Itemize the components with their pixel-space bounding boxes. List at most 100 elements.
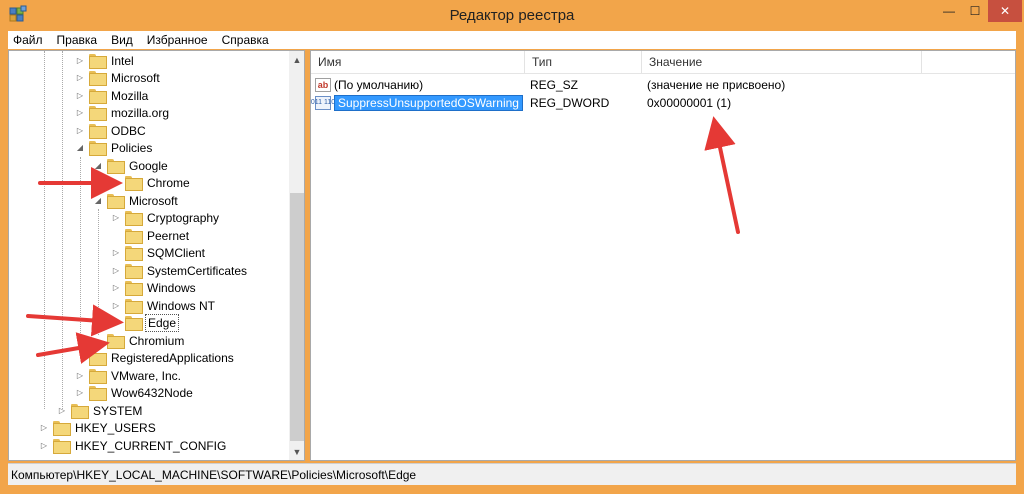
column-header-type[interactable]: Тип bbox=[525, 51, 642, 73]
tree-item[interactable]: ▷ VMware, Inc. bbox=[75, 367, 183, 384]
tree-item-chromium[interactable]: Chromium bbox=[93, 332, 186, 349]
expand-icon[interactable]: ▷ bbox=[75, 87, 85, 104]
folder-icon bbox=[53, 421, 71, 436]
tree-item[interactable]: ▷ HKEY_USERS bbox=[39, 419, 158, 436]
values-list[interactable]: Имя Тип Значение ab (По умолчанию) REG_S… bbox=[310, 50, 1016, 461]
menu-view[interactable]: Вид bbox=[104, 31, 140, 49]
expand-icon[interactable]: ▷ bbox=[111, 209, 121, 226]
tree-item[interactable]: ▷ Cryptography bbox=[111, 209, 221, 226]
menu-help[interactable]: Справка bbox=[215, 31, 276, 49]
tree-item[interactable]: ▷ Windows bbox=[111, 279, 198, 296]
tree-item[interactable]: ▷ Wow6432Node bbox=[75, 384, 195, 401]
value-type: REG_DWORD bbox=[530, 96, 610, 110]
tree-item-policies[interactable]: ◢ Policies bbox=[75, 139, 154, 156]
value-data: (значение не присвоено) bbox=[647, 78, 786, 92]
folder-icon bbox=[53, 439, 71, 454]
registry-tree[interactable]: ▷ Intel ▷ Microsoft ▷ Mozilla ▷ mozilla.org … bbox=[8, 50, 305, 461]
collapse-icon[interactable]: ◢ bbox=[93, 192, 103, 209]
tree-item-chrome[interactable]: Chrome bbox=[111, 174, 192, 191]
status-bar: Компьютер\HKEY_LOCAL_MACHINE\SOFTWARE\Po… bbox=[8, 463, 1016, 485]
tree-item-label: RegisteredApplications bbox=[111, 350, 234, 365]
tree-item[interactable]: ▷ Windows NT bbox=[111, 297, 217, 314]
tree-item-edge[interactable]: Edge bbox=[111, 313, 180, 332]
tree-item[interactable]: ▷ Mozilla bbox=[75, 87, 150, 104]
value-data: 0x00000001 (1) bbox=[647, 96, 732, 110]
expand-icon[interactable]: ▷ bbox=[39, 419, 49, 436]
tree-item[interactable]: ▷ Microsoft bbox=[75, 69, 162, 86]
expand-icon[interactable]: ▷ bbox=[75, 104, 85, 121]
window-title: Редактор реестра bbox=[449, 7, 575, 24]
scroll-up-icon[interactable]: ▲ bbox=[289, 51, 304, 68]
folder-icon bbox=[125, 316, 143, 331]
tree-item-google[interactable]: ◢ Google bbox=[93, 157, 170, 174]
maximize-button[interactable]: ☐ bbox=[962, 0, 988, 22]
expand-icon[interactable]: ▷ bbox=[75, 367, 85, 384]
tree-guide-line bbox=[44, 51, 45, 409]
expand-icon[interactable]: ▷ bbox=[111, 279, 121, 296]
menu-file[interactable]: Файл bbox=[8, 31, 50, 49]
tree-scrollbar[interactable]: ▲ ▼ bbox=[289, 51, 304, 460]
folder-icon bbox=[89, 124, 107, 139]
tree-item[interactable]: ▷ mozilla.org bbox=[75, 104, 171, 121]
menu-edit[interactable]: Правка bbox=[50, 31, 105, 49]
tree-guide-line bbox=[98, 175, 99, 185]
tree-item[interactable]: Peernet bbox=[111, 227, 191, 244]
close-button[interactable]: ✕ bbox=[988, 0, 1022, 22]
tree-item-label: SQMClient bbox=[147, 245, 206, 260]
tree-item-label: Policies bbox=[111, 140, 153, 155]
tree-item-label: Mozilla bbox=[111, 88, 149, 103]
value-row[interactable]: ab (По умолчанию) REG_SZ (значение не пр… bbox=[311, 76, 1011, 94]
expand-icon[interactable]: ▷ bbox=[75, 69, 85, 86]
folder-icon bbox=[89, 369, 107, 384]
expand-icon[interactable]: ▷ bbox=[111, 262, 121, 279]
tree-item-label: Google bbox=[129, 158, 168, 173]
title-bar: Редактор реестра — ☐ ✕ bbox=[0, 0, 1024, 31]
tree-item[interactable]: RegisteredApplications bbox=[75, 349, 236, 366]
tree-item[interactable]: ▷ SYSTEM bbox=[57, 402, 144, 419]
folder-icon bbox=[89, 106, 107, 121]
collapse-icon[interactable]: ◢ bbox=[75, 139, 85, 156]
expand-icon[interactable]: ▷ bbox=[75, 52, 85, 69]
collapse-icon[interactable]: ◢ bbox=[93, 157, 103, 174]
tree-item[interactable]: ▷ SQMClient bbox=[111, 244, 207, 261]
folder-icon bbox=[89, 71, 107, 86]
folder-icon bbox=[107, 194, 125, 209]
scrollbar-thumb[interactable] bbox=[290, 193, 304, 441]
value-name-selected: SuppressUnsupportedOSWarning bbox=[334, 95, 523, 111]
expand-icon[interactable]: ▷ bbox=[111, 297, 121, 314]
tree-guide-line bbox=[98, 209, 99, 335]
tree-guide-line bbox=[62, 51, 63, 409]
expand-icon[interactable]: ▷ bbox=[111, 244, 121, 261]
tree-item[interactable]: ▷ Intel bbox=[75, 52, 136, 69]
tree-item[interactable]: ▷ HKEY_CURRENT_CONFIG bbox=[39, 437, 228, 454]
expand-icon[interactable]: ▷ bbox=[75, 122, 85, 139]
tree-item[interactable]: ▷ ODBC bbox=[75, 122, 148, 139]
tree-item[interactable]: ▷ SystemCertificates bbox=[111, 262, 249, 279]
folder-icon bbox=[125, 299, 143, 314]
folder-icon bbox=[89, 54, 107, 69]
expand-icon[interactable]: ▷ bbox=[57, 402, 67, 419]
scroll-down-icon[interactable]: ▼ bbox=[289, 443, 304, 460]
minimize-button[interactable]: — bbox=[936, 0, 962, 22]
tree-item-label: Microsoft bbox=[111, 70, 160, 85]
tree-item-label: Peernet bbox=[147, 228, 190, 243]
tree-item-label: VMware, Inc. bbox=[111, 368, 182, 383]
expand-icon[interactable]: ▷ bbox=[75, 384, 85, 401]
folder-icon bbox=[125, 211, 143, 226]
tree-item-label: Chrome bbox=[147, 175, 190, 190]
value-row-selected[interactable]: 011 110 SuppressUnsupportedOSWarning REG… bbox=[311, 94, 1011, 112]
tree-item-label: Windows NT bbox=[147, 298, 216, 313]
expand-icon[interactable]: ▷ bbox=[39, 437, 49, 454]
column-header-value[interactable]: Значение bbox=[642, 51, 922, 73]
folder-icon bbox=[89, 386, 107, 401]
folder-icon bbox=[125, 176, 143, 191]
menu-favorites[interactable]: Избранное bbox=[140, 31, 215, 49]
column-header-name[interactable]: Имя bbox=[311, 51, 525, 73]
tree-item-microsoft[interactable]: ◢ Microsoft bbox=[93, 192, 180, 209]
string-value-icon: ab bbox=[315, 78, 331, 92]
value-type: REG_SZ bbox=[530, 78, 579, 92]
